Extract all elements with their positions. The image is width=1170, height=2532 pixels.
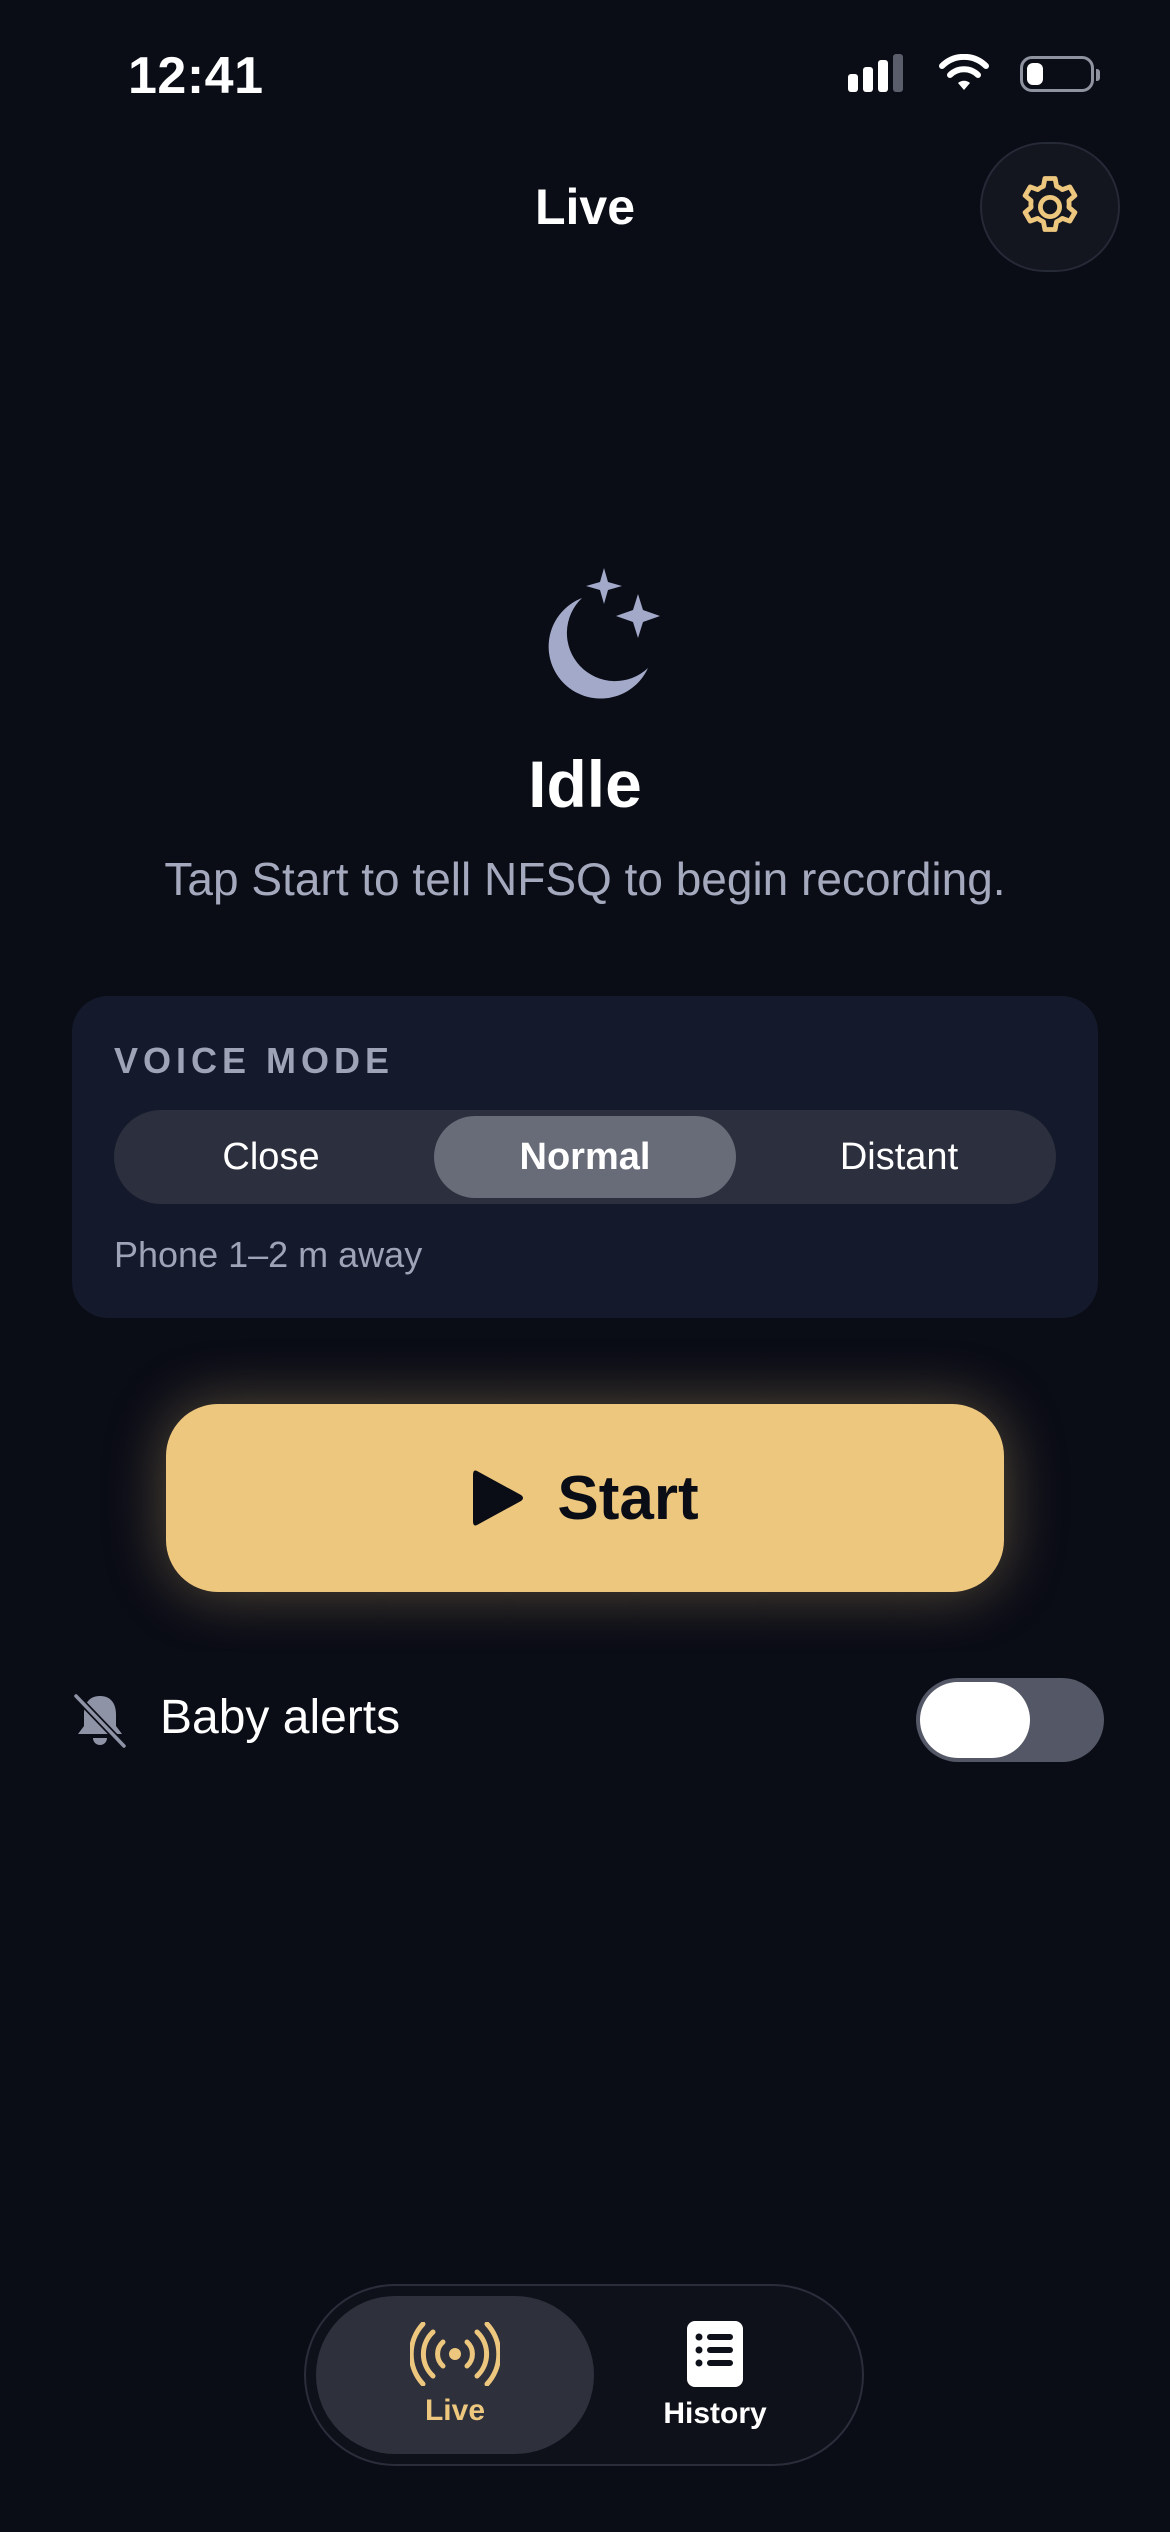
settings-button[interactable]	[980, 142, 1120, 272]
tab-live-label: Live	[424, 2394, 486, 2427]
voice-mode-segmented-control: Close Normal Distant	[114, 1110, 1056, 1204]
voice-mode-option-normal[interactable]: Normal	[434, 1116, 736, 1198]
voice-mode-option-distant[interactable]: Distant	[748, 1116, 1050, 1198]
start-button[interactable]: Start	[166, 1404, 1004, 1592]
tab-bar: Live History	[304, 2284, 864, 2466]
state-title: Idle	[528, 747, 642, 821]
baby-alerts-toggle[interactable]	[916, 1678, 1104, 1762]
status-time: 12:41	[128, 47, 264, 105]
play-icon	[473, 1470, 524, 1526]
status-icons	[846, 54, 1100, 94]
voice-mode-card: VOICE MODE Close Normal Distant Phone 1–…	[72, 996, 1098, 1318]
voice-mode-label: VOICE MODE	[114, 1040, 395, 1081]
gear-icon	[1022, 176, 1078, 232]
bell-slash-icon	[73, 1693, 127, 1749]
tab-history[interactable]: History	[576, 2296, 854, 2454]
baby-alerts-label: Baby alerts	[160, 1691, 401, 1744]
list-icon	[687, 2321, 743, 2387]
moon-stars-icon	[548, 568, 660, 699]
battery-level	[1027, 63, 1043, 85]
state-subtitle: Tap Start to tell NFSQ to begin recordin…	[164, 853, 1006, 905]
wifi-icon	[939, 54, 989, 90]
cellular-signal-icon	[848, 54, 903, 92]
voice-mode-note: Phone 1–2 m away	[114, 1234, 423, 1275]
start-button-label: Start	[557, 1463, 699, 1533]
battery-icon	[1020, 56, 1100, 92]
tab-live[interactable]: Live	[316, 2296, 594, 2454]
broadcast-icon	[410, 2322, 500, 2386]
voice-mode-option-close[interactable]: Close	[120, 1116, 422, 1198]
toggle-knob	[920, 1682, 1030, 1758]
tab-history-label: History	[663, 2397, 767, 2430]
